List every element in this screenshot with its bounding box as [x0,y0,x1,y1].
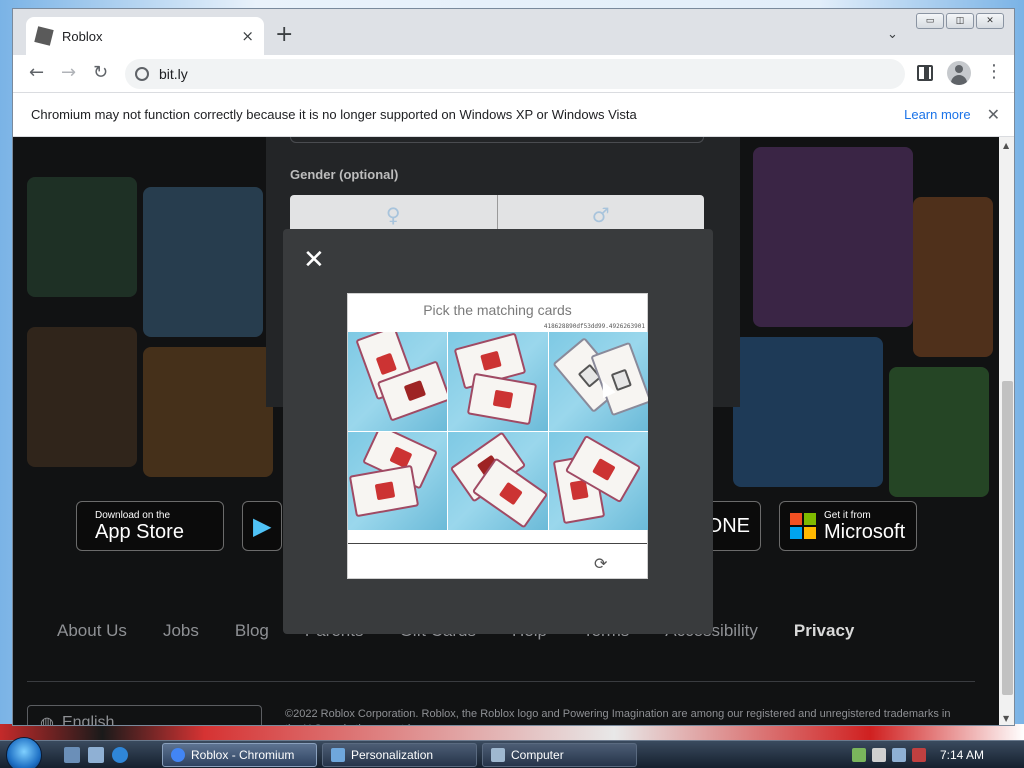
footer-link-privacy[interactable]: Privacy [794,621,855,641]
browser-toolbar: ← → ↻ bit.ly ⋮ [13,55,1014,93]
language-value: English [61,714,115,726]
taskbar-item-label: Roblox - Chromium [191,748,295,762]
chromium-icon [171,748,185,762]
reload-button[interactable]: ↻ [93,63,108,83]
captcha-challenge: Pick the matching cards 418628890df53dd9… [347,293,648,579]
tab-strip: Roblox × + ⌄ ▭ ◫ ✕ [13,9,1014,55]
taskbar-item-label: Computer [511,748,564,762]
captcha-modal: ✕ Pick the matching cards 418628890df53d… [283,229,713,634]
footer-link-about-us[interactable]: About Us [57,621,127,641]
infobar-message: Chromium may not function correctly beca… [31,107,637,122]
personalization-icon [331,748,345,762]
new-tab-button[interactable]: + [275,24,293,46]
captcha-tile-4[interactable] [348,431,448,530]
start-button[interactable] [6,737,42,768]
previous-field-edge [290,137,704,143]
scroll-up-icon[interactable]: ▲ [1003,141,1009,150]
card-image [467,372,538,426]
browser-window: Roblox × + ⌄ ▭ ◫ ✕ ← → ↻ bit.ly ⋮ Chromi… [12,8,1015,726]
minimize-button[interactable]: ▭ [916,13,944,29]
google-play-button[interactable]: ▶ [242,501,282,551]
captcha-tile-3[interactable] [548,332,648,431]
card-symbol [499,481,524,505]
play-icon: ▶ [253,512,272,540]
captcha-title: Pick the matching cards [423,302,572,318]
desktop-wallpaper-strip [0,724,1024,740]
footer-link-jobs[interactable]: Jobs [163,621,199,641]
forward-button[interactable]: → [61,63,76,83]
scroll-thumb[interactable] [1002,381,1013,695]
side-panel-icon[interactable] [917,65,933,81]
store-big-text: App Store [95,520,184,543]
roblox-favicon-icon [34,26,54,46]
language-select[interactable]: ◍ English [27,705,262,726]
url-text[interactable]: bit.ly [159,66,188,82]
modal-close-icon[interactable]: ✕ [303,247,325,273]
volume-muted-icon[interactable] [912,748,926,762]
card-symbol [374,480,396,500]
windows-taskbar: Roblox - Chromium Personalization Comput… [0,737,1024,768]
internet-explorer-icon[interactable] [112,747,128,763]
taskbar-item-chromium[interactable]: Roblox - Chromium [162,743,317,767]
copyright-text: ©2022 Roblox Corporation. Roblox, the Ro… [285,708,951,725]
roblox-page: Gender (optional) ♀ ♂ Download on the Ap… [13,137,999,726]
show-desktop-icon[interactable] [64,747,80,763]
microsoft-store-button[interactable]: Get it from Microsoft [779,501,917,551]
captcha-tile-5[interactable] [448,431,548,530]
store-big-text: ONE [706,515,750,537]
card-image [348,464,420,517]
captcha-grid [348,332,648,530]
captcha-tile-2[interactable] [448,332,548,431]
captcha-refresh-icon[interactable]: ⟳ [594,554,607,573]
taskbar-item-personalization[interactable]: Personalization [322,743,477,767]
infobar-close-icon[interactable]: ✕ [987,105,1000,124]
captcha-tile-6[interactable] [548,431,648,530]
card-symbol [480,350,503,371]
tab-title: Roblox [62,28,103,44]
footer-divider [27,681,975,682]
page-scrollbar[interactable]: ▲ ▼ [999,137,1014,725]
profile-avatar-icon[interactable] [947,61,971,85]
tray-app-icon[interactable] [872,748,886,762]
switch-windows-icon[interactable] [88,747,104,763]
card-symbol [591,457,616,481]
captcha-challenge-id: 418628890df53dd99.4926263901 [543,323,645,330]
store-big-text: Microsoft [824,520,906,543]
scroll-down-icon[interactable]: ▼ [1003,714,1009,723]
network-icon[interactable] [892,748,906,762]
close-window-button[interactable]: ✕ [976,13,1004,29]
browser-menu-icon[interactable]: ⋮ [985,63,1003,81]
card-symbol [375,352,397,376]
address-bar[interactable]: bit.ly [125,59,905,89]
globe-icon: ◍ [40,715,54,726]
system-tray: 7:14 AM [852,741,1024,768]
gender-label: Gender (optional) [290,167,399,182]
tab-roblox[interactable]: Roblox × [26,17,264,55]
tray-app-icon[interactable] [852,748,866,762]
computer-icon [491,748,505,762]
captcha-tile-1[interactable] [348,332,448,431]
card-symbol [493,389,514,409]
site-info-icon[interactable] [135,67,149,81]
app-store-button[interactable]: Download on the App Store [76,501,224,551]
taskbar-item-computer[interactable]: Computer [482,743,637,767]
footer-link-blog[interactable]: Blog [235,621,269,641]
window-controls: ▭ ◫ ✕ [916,13,1004,29]
back-button[interactable]: ← [29,63,44,83]
store-small-text: Download on the [95,509,171,521]
store-small-text: Get it from [824,509,871,521]
learn-more-link[interactable]: Learn more [904,107,970,122]
unsupported-os-infobar: Chromium may not function correctly beca… [13,93,1014,137]
card-symbol [403,380,427,402]
tab-close-icon[interactable]: × [241,27,254,45]
taskbar-clock[interactable]: 7:14 AM [940,748,984,762]
taskbar-item-label: Personalization [351,748,434,762]
captcha-divider [348,543,647,544]
microsoft-icon [790,513,816,539]
maximize-button[interactable]: ◫ [946,13,974,29]
tab-search-chevron-icon[interactable]: ⌄ [887,27,898,42]
